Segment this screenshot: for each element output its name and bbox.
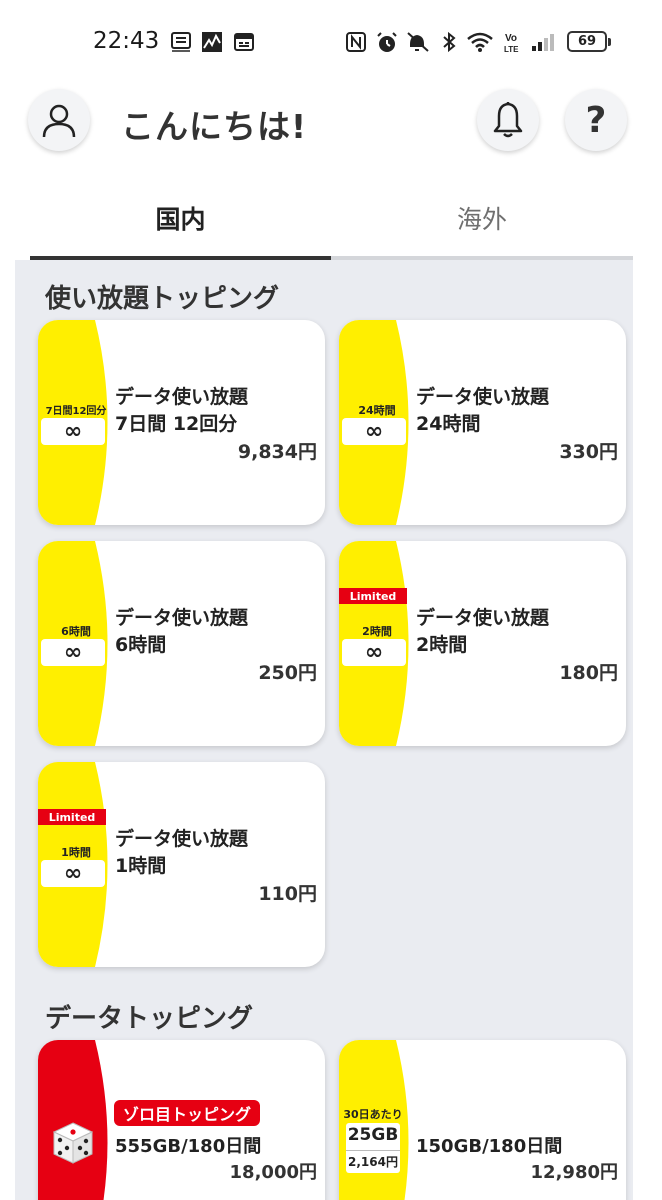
gb-unit-price: 2,164円 [346, 1150, 400, 1170]
card-title-line1: データ使い放題 [416, 607, 550, 629]
volte-icon: Vo LTE [503, 31, 523, 55]
nfc-icon [345, 31, 367, 53]
card-price: 330円 [559, 441, 618, 463]
card-title-line2: 2時間 [416, 634, 468, 656]
limited-badge: Limited [38, 809, 106, 825]
card-title-line2: 24時間 [416, 413, 481, 435]
badge-duration: 1時間 [61, 846, 91, 859]
card-badge: 24時間 ∞ [339, 320, 421, 525]
mute-icon [406, 31, 432, 53]
card-title-line2: 7日間 12回分 [115, 413, 238, 435]
help-icon: ? [585, 99, 607, 141]
card-title-line2: 1時間 [115, 855, 167, 877]
card-badge: Limited 2時間 ∞ [339, 541, 421, 746]
badge-duration: 24時間 [358, 404, 396, 417]
limited-badge: Limited [339, 588, 407, 604]
card-title: データ使い放題 1時間 [115, 826, 248, 880]
infinity-icon: ∞ [41, 860, 105, 887]
unlimited-card-1hour[interactable]: Limited 1時間 ∞ データ使い放題 1時間 110円 [38, 762, 325, 967]
infinity-icon: ∞ [41, 418, 105, 445]
badge-duration: 7日間12回分 [45, 406, 107, 417]
card-price: 250円 [258, 662, 317, 684]
gb-badge: 30日あたり 25GB 2,164円 [343, 1106, 403, 1174]
infinity-icon: ∞ [41, 639, 105, 666]
battery-indicator: 69 [567, 31, 611, 52]
calendar-icon [233, 31, 255, 53]
dmenu-news-icon [170, 31, 192, 53]
region-tabs: 国内 海外 [30, 178, 633, 260]
card-title: 150GB/180日間 [416, 1136, 563, 1157]
unlimited-card-6hours[interactable]: 6時間 ∞ データ使い放題 6時間 250円 [38, 541, 325, 746]
card-price: 180円 [559, 662, 618, 684]
badge-duration: 6時間 [61, 625, 91, 638]
card-title: データ使い放題 7日間 12回分 [115, 384, 248, 438]
card-title: データ使い放題 2時間 [416, 605, 549, 659]
svg-text:LTE: LTE [504, 45, 519, 54]
badge-duration: 2時間 [362, 625, 392, 638]
unlimited-card-7days[interactable]: 7日間12回分 ∞ データ使い放題 7日間 12回分 9,834円 [38, 320, 325, 525]
card-title-line1: データ使い放題 [416, 386, 550, 408]
alarm-icon [375, 31, 399, 55]
card-price: 9,834円 [237, 441, 317, 463]
card-title: 555GB/180日間 [115, 1136, 262, 1157]
dice-icon [52, 1122, 94, 1164]
card-price: 18,000円 [229, 1162, 317, 1183]
card-title: データ使い放題 6時間 [115, 605, 248, 659]
section-title-unlimited: 使い放題トッピング [45, 284, 280, 314]
unlimited-card-2hours[interactable]: Limited 2時間 ∞ データ使い放題 2時間 180円 [339, 541, 626, 746]
card-badge: Limited 1時間 ∞ [38, 762, 120, 967]
gb-period: 30日あたり [343, 1108, 403, 1121]
greeting-text: こんにちは! [121, 107, 308, 146]
profile-button[interactable] [28, 89, 90, 151]
tab-domestic[interactable]: 国内 [30, 178, 331, 258]
infinity-icon: ∞ [342, 639, 406, 666]
card-badge: 7日間12回分 ∞ [38, 320, 120, 525]
data-card-555gb[interactable]: ゾロ目トッピング 555GB/180日間 18,000円 [38, 1040, 325, 1200]
section-title-data: データトッピング [45, 1004, 254, 1034]
card-title-line1: データ使い放題 [115, 386, 249, 408]
card-title-line1: データ使い放題 [115, 828, 249, 850]
unlimited-card-24hours[interactable]: 24時間 ∞ データ使い放題 24時間 330円 [339, 320, 626, 525]
signal-icon [530, 31, 556, 53]
content-area: 使い放題トッピング 7日間12回分 ∞ データ使い放題 7日間 12回分 9,8… [15, 260, 633, 1200]
card-title: データ使い放題 24時間 [416, 384, 549, 438]
svg-text:Vo: Vo [505, 33, 517, 44]
promo-badge: ゾロ目トッピング [114, 1100, 261, 1126]
card-title-line2: 6時間 [115, 634, 167, 656]
card-title-line1: データ使い放題 [115, 607, 249, 629]
data-card-150gb[interactable]: 30日あたり 25GB 2,164円 150GB/180日間 12,980円 [339, 1040, 626, 1200]
help-button[interactable]: ? [565, 89, 627, 151]
tab-overseas[interactable]: 海外 [331, 178, 633, 258]
bell-icon [493, 102, 523, 138]
user-icon [42, 104, 76, 138]
card-badge: 6時間 ∞ [38, 541, 120, 746]
status-time: 22:43 [93, 28, 160, 54]
notification-button[interactable] [477, 89, 539, 151]
card-price: 12,980円 [530, 1162, 618, 1183]
gb-box: 25GB 2,164円 [346, 1123, 400, 1173]
infinity-icon: ∞ [342, 418, 406, 445]
bluetooth-icon [441, 31, 457, 53]
stock-chart-icon [201, 31, 223, 53]
wifi-icon [466, 31, 494, 53]
card-price: 110円 [258, 883, 317, 905]
gb-amount: 25GB [347, 1125, 399, 1145]
status-bar: 22:43 Vo LTE 69 [0, 0, 662, 84]
